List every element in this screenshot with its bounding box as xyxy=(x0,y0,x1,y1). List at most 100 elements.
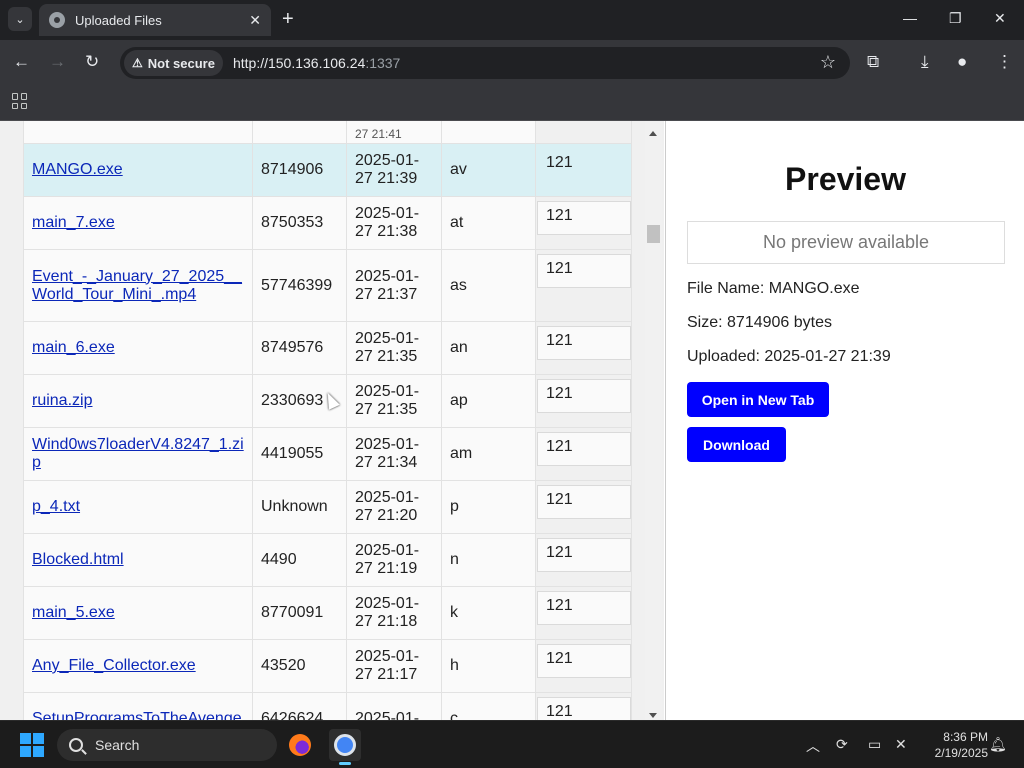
table-row[interactable]: main_5.exe 8770091 2025-01-27 21:18 k 121 xyxy=(23,586,632,640)
notifications-icon[interactable]: 🔔︎ xyxy=(989,736,1007,753)
file-date-cell: 2025-01-27 21:19 xyxy=(346,533,442,587)
tab-search-icon[interactable]: ⌄ xyxy=(8,7,32,31)
table-row[interactable]: Event_-_January_27_2025__World_Tour_Mini… xyxy=(23,249,632,322)
search-label: Search xyxy=(95,737,140,753)
count-cell: 121 xyxy=(535,196,632,250)
bookmarks-bar xyxy=(0,86,1024,121)
tab-title: Uploaded Files xyxy=(75,12,162,28)
file-name-cell: MANGO.exe xyxy=(23,143,253,197)
extensions-icon[interactable]: ⧉ xyxy=(867,52,879,72)
taskbar: Search ︿ ⟳ ▭ ✕ 8:36 PM 2/19/2025 🔔︎ xyxy=(0,720,1024,768)
count-cell: 121 xyxy=(535,692,632,720)
file-date-cell: 2025-01-27 21:38 xyxy=(346,196,442,250)
profile-icon[interactable]: ● xyxy=(957,52,967,72)
file-table-wrap: 27 21:41 MANGO.exe 8714906 2025-01-27 21:3… xyxy=(23,121,632,720)
back-icon[interactable]: ← xyxy=(13,52,30,72)
file-link[interactable]: main_6.exe xyxy=(32,339,115,356)
file-tag-cell: k xyxy=(441,586,536,640)
file-date-cell: 2025-01-27 21:18 xyxy=(346,586,442,640)
file-tag-cell: h xyxy=(441,639,536,693)
file-name-cell: Wind0ws7loaderV4.8247_1.zip xyxy=(23,427,253,481)
bookmark-star-icon[interactable]: ☆ xyxy=(820,52,836,73)
uploaded-text: Uploaded: 2025-01-27 21:39 xyxy=(687,348,891,365)
file-link[interactable]: Wind0ws7loaderV4.8247_1.zip xyxy=(32,436,244,471)
open-new-tab-button[interactable]: Open in New Tab xyxy=(687,382,829,417)
reload-icon[interactable]: ↻ xyxy=(85,52,99,72)
count-cell: 121 xyxy=(535,321,632,375)
table-row[interactable]: p_4.txt Unknown 2025-01-27 21:20 p 121 xyxy=(23,480,632,534)
vertical-scrollbar[interactable] xyxy=(645,121,662,720)
taskbar-clock[interactable]: 8:36 PM 2/19/2025 xyxy=(918,729,988,761)
forward-icon[interactable]: → xyxy=(49,52,66,72)
file-tag-cell: am xyxy=(441,427,536,481)
restore-icon[interactable]: ❐ xyxy=(949,10,962,27)
url-text[interactable]: http://150.136.106.24:1337 xyxy=(233,55,400,71)
file-size-cell: Unknown xyxy=(252,480,347,534)
table-row[interactable]: SetupProgramsToTheAvenge 6426624 2025-01- c… xyxy=(23,692,632,720)
windows-start-icon[interactable] xyxy=(20,733,44,757)
file-tag-cell: an xyxy=(441,321,536,375)
close-window-icon[interactable]: ✕ xyxy=(994,10,1006,27)
file-link[interactable]: Any_File_Collector.exe xyxy=(32,657,196,674)
file-date-cell: 2025-01-27 21:39 xyxy=(346,143,442,197)
file-size-cell: 6426624 xyxy=(252,692,347,720)
file-tag-cell: c xyxy=(441,692,536,720)
new-tab-icon[interactable]: + xyxy=(282,8,294,30)
sync-icon[interactable]: ⟳ xyxy=(836,736,848,753)
network-icon[interactable]: ▭ xyxy=(868,736,881,753)
table-row[interactable]: Blocked.html 4490 2025-01-27 21:19 n 121 xyxy=(23,533,632,587)
close-tab-icon[interactable]: ✕ xyxy=(249,12,261,29)
apps-grid-icon[interactable] xyxy=(12,93,28,109)
search-icon xyxy=(69,738,83,752)
file-link[interactable]: MANGO.exe xyxy=(32,161,123,178)
file-link[interactable]: main_7.exe xyxy=(32,214,115,231)
tray-chevron-icon[interactable]: ︿ xyxy=(806,736,820,756)
tab-uploaded-files[interactable]: Uploaded Files ✕ xyxy=(39,4,271,36)
security-label: Not secure xyxy=(147,55,215,71)
file-link[interactable]: Blocked.html xyxy=(32,551,124,568)
table-row[interactable]: MANGO.exe 8714906 2025-01-27 21:39 av 121 xyxy=(23,143,632,197)
file-link[interactable]: main_5.exe xyxy=(32,604,115,621)
minimize-icon[interactable]: — xyxy=(903,10,917,26)
chrome-icon[interactable] xyxy=(329,729,361,765)
file-name-cell: main_5.exe xyxy=(23,586,253,640)
security-chip[interactable]: ⚠ Not secure xyxy=(124,50,223,76)
url-port: :1337 xyxy=(365,55,401,71)
file-tag-cell: n xyxy=(441,533,536,587)
file-link[interactable]: Event_-_January_27_2025__World_Tour_Mini… xyxy=(32,268,242,303)
file-list-pane: 27 21:41 MANGO.exe 8714906 2025-01-27 21:3… xyxy=(0,121,664,720)
count-value: 121 xyxy=(537,326,631,360)
file-name-cell: SetupProgramsToTheAvenge xyxy=(23,692,253,720)
address-bar[interactable]: ⚠ Not secure http://150.136.106.24:1337 … xyxy=(120,47,850,79)
file-size-text: Size: 8714906 bytes xyxy=(687,314,832,331)
table-row[interactable]: main_7.exe 8750353 2025-01-27 21:38 at 121 xyxy=(23,196,632,250)
file-link[interactable]: SetupProgramsToTheAvenge xyxy=(32,710,242,720)
partial-date: 27 21:41 xyxy=(346,121,442,144)
scrollbar-thumb[interactable] xyxy=(647,225,660,243)
table-row[interactable]: main_6.exe 8749576 2025-01-27 21:35 an 121 xyxy=(23,321,632,375)
downloads-icon[interactable]: ⤓ xyxy=(921,52,929,72)
scroll-up-icon[interactable] xyxy=(649,131,657,136)
volume-muted-icon[interactable]: ✕ xyxy=(895,736,907,753)
taskbar-search[interactable]: Search xyxy=(57,729,277,761)
firefox-icon[interactable] xyxy=(284,729,316,761)
menu-icon[interactable]: ⋮ xyxy=(996,52,1013,72)
file-tag-cell: ap xyxy=(441,374,536,428)
count-value: 121 xyxy=(537,538,631,572)
file-size-cell: 43520 xyxy=(252,639,347,693)
file-size-cell: 4419055 xyxy=(252,427,347,481)
scroll-down-icon[interactable] xyxy=(649,713,657,718)
file-name-cell: Event_-_January_27_2025__World_Tour_Mini… xyxy=(23,249,253,322)
file-link[interactable]: ruina.zip xyxy=(32,392,92,409)
file-table: 27 21:41 MANGO.exe 8714906 2025-01-27 21:3… xyxy=(23,121,632,720)
count-cell: 121 xyxy=(535,639,632,693)
file-link[interactable]: p_4.txt xyxy=(32,498,80,515)
file-name-text: File Name: MANGO.exe xyxy=(687,280,860,297)
count-value: 121 xyxy=(537,432,631,466)
table-row[interactable]: Any_File_Collector.exe 43520 2025-01-27 21… xyxy=(23,639,632,693)
file-size-cell: 8750353 xyxy=(252,196,347,250)
file-date-cell: 2025-01-27 21:34 xyxy=(346,427,442,481)
download-button[interactable]: Download xyxy=(687,427,786,462)
table-row[interactable]: Wind0ws7loaderV4.8247_1.zip 4419055 2025-0… xyxy=(23,427,632,481)
browser-toolbar: ← → ↻ ⚠ Not secure http://150.136.106.24… xyxy=(0,40,1024,86)
